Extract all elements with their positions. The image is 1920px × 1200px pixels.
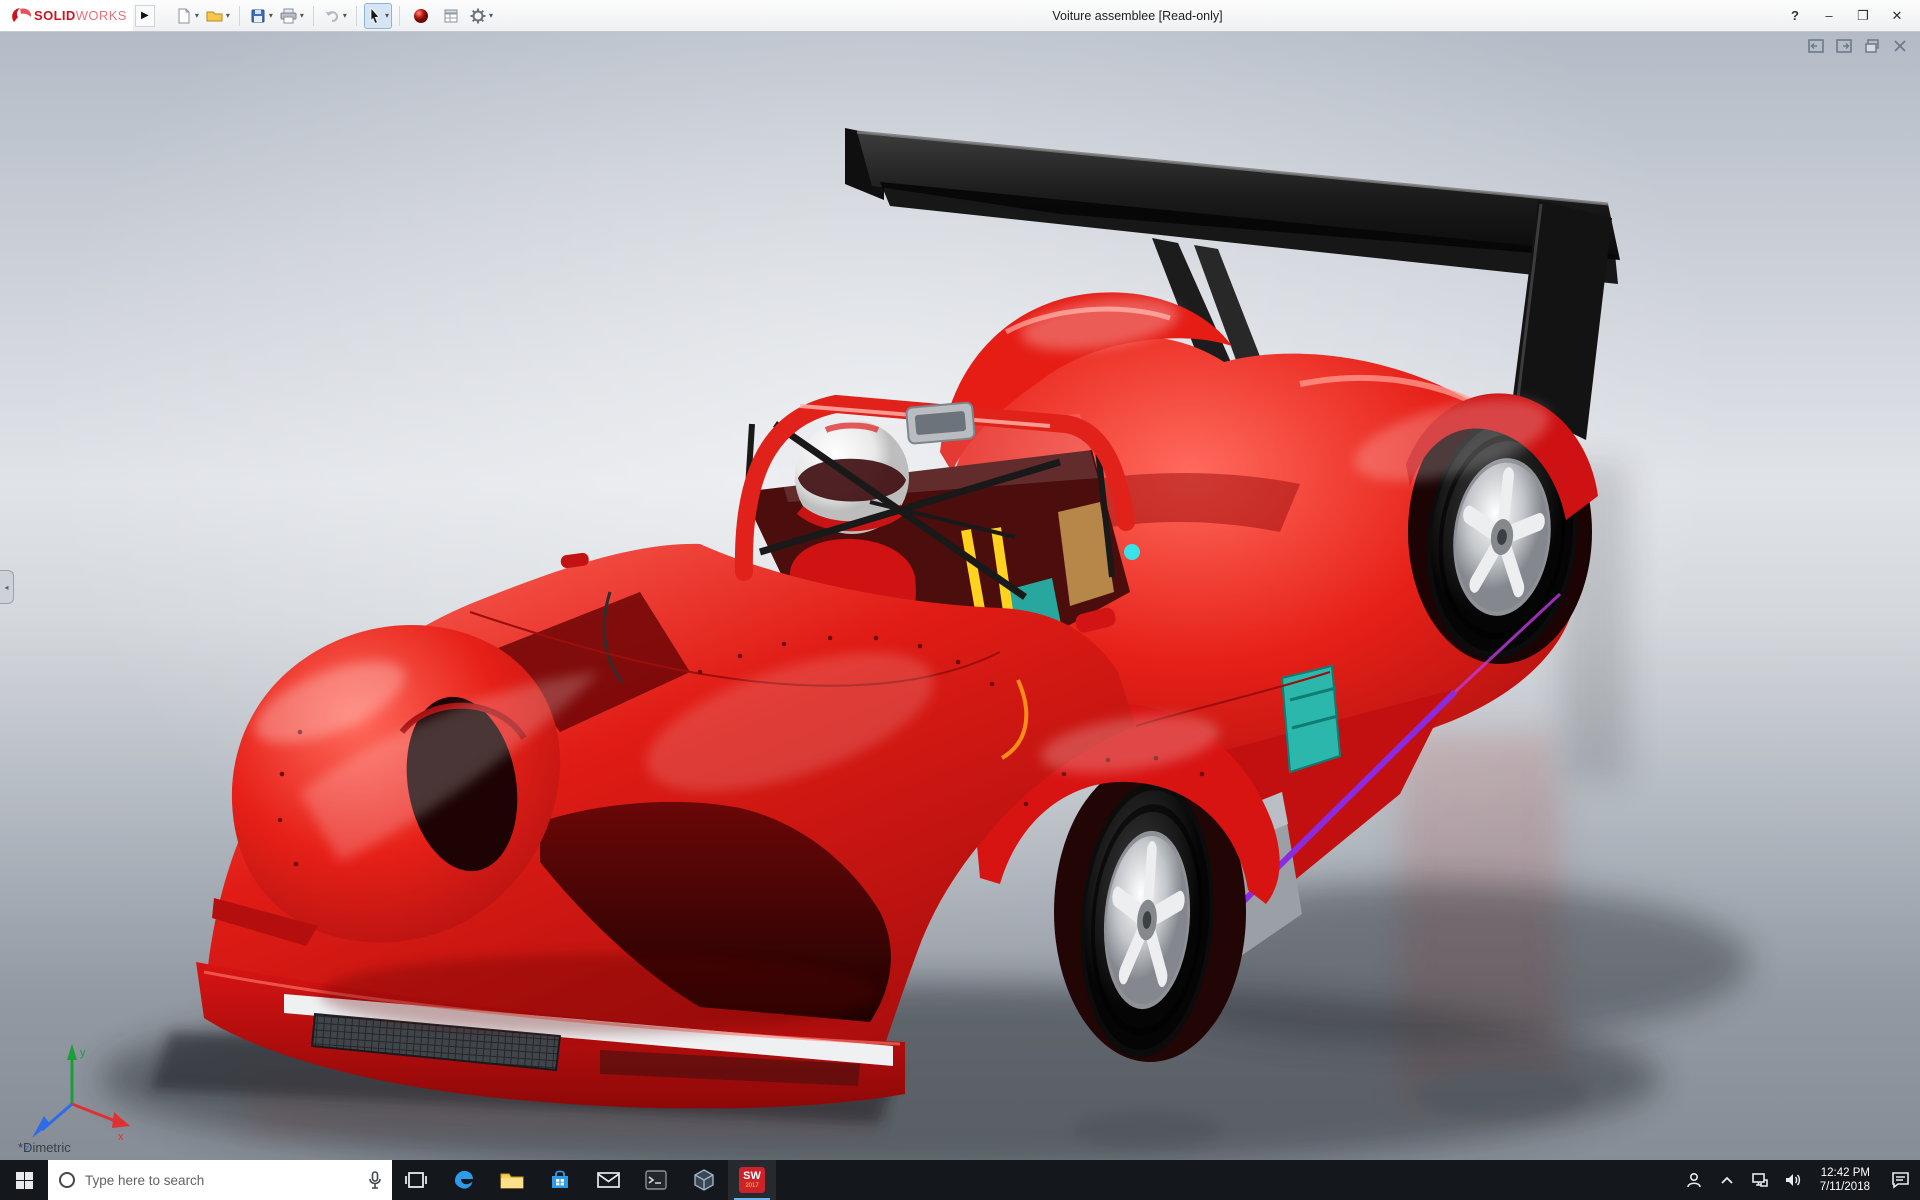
graphics-area[interactable]: ◂ y x z *Dimetric (0, 32, 1920, 1160)
close-doc-icon[interactable] (1892, 38, 1908, 54)
search-input[interactable] (85, 1172, 359, 1188)
select-tool-button[interactable]: ▾ (363, 2, 392, 29)
console-icon (645, 1170, 667, 1190)
store-bag-icon (552, 1170, 568, 1188)
solidworks-app-icon: SW 2017 (739, 1167, 765, 1193)
people-icon (1686, 1172, 1701, 1188)
chevron-down-icon: ▾ (342, 11, 347, 20)
undo-icon (325, 10, 338, 22)
view-orientation-label: *Dimetric (18, 1140, 71, 1155)
taskbar-search[interactable] (48, 1160, 392, 1200)
caret-up-icon (1721, 1176, 1733, 1184)
window-controls: ? – ❐ ✕ (1780, 4, 1920, 28)
brand-text-works: WORKS (75, 8, 127, 23)
save-button[interactable]: ▾ (247, 3, 275, 29)
menu-flyout-arrow[interactable]: ▶ (134, 4, 155, 27)
action-center-button[interactable] (1880, 1160, 1920, 1200)
minimize-button[interactable]: – (1814, 4, 1844, 28)
mail-button[interactable] (584, 1160, 632, 1200)
chevron-down-icon: ▾ (268, 11, 273, 20)
solidworks-logo: SOLID WORKS (0, 0, 133, 31)
select-arrow-icon (370, 6, 380, 24)
task-view-icon (405, 1172, 427, 1188)
main-toolbar: ▾ ▾ ▾ ▾ ▾ ▾ ▾ (163, 2, 495, 29)
brand-text-solid: SOLID (34, 8, 76, 23)
taskbar-spacer (776, 1160, 1677, 1200)
cortana-icon (59, 1172, 75, 1188)
volume-button[interactable] (1780, 1160, 1806, 1200)
store-button[interactable] (536, 1160, 584, 1200)
chevron-down-icon: ▾ (194, 11, 199, 20)
console-button[interactable] (632, 1160, 680, 1200)
file-explorer-button[interactable] (488, 1160, 536, 1200)
save-icon (251, 9, 265, 22)
start-button[interactable] (0, 1160, 48, 1200)
toolbar-separator (238, 5, 240, 26)
edge-icon (455, 1170, 473, 1189)
toolbar-separator (355, 5, 357, 26)
edge-button[interactable] (440, 1160, 488, 1200)
appearance-button[interactable] (407, 3, 435, 29)
dock-left-icon[interactable] (1808, 38, 1824, 54)
restore-button[interactable]: ❐ (1848, 4, 1878, 28)
open-icon (206, 11, 223, 21)
task-view-button[interactable] (392, 1160, 440, 1200)
mail-icon (596, 1172, 620, 1188)
options-button[interactable]: ▾ (467, 3, 495, 29)
windows-taskbar: SW 2017 (0, 1160, 1920, 1200)
document-window-controls (1808, 38, 1908, 54)
toolbar-separator (312, 5, 314, 26)
chevron-down-icon: ▾ (384, 11, 389, 20)
properties-table-icon (444, 9, 458, 22)
new-document-icon (178, 8, 190, 23)
print-icon (280, 8, 297, 23)
windows-logo-icon (15, 1171, 33, 1189)
restore-doc-icon[interactable] (1864, 38, 1880, 54)
clock-date: 7/11/2018 (1819, 1181, 1870, 1193)
help-button[interactable]: ? (1780, 4, 1810, 28)
window-title: Voiture assemblee [Read-only] (1052, 8, 1223, 23)
people-button[interactable] (1681, 1160, 1707, 1200)
close-button[interactable]: ✕ (1882, 4, 1912, 28)
chevron-down-icon: ▾ (488, 11, 493, 20)
cube-app-button[interactable] (680, 1160, 728, 1200)
undo-button[interactable]: ▾ (321, 3, 349, 29)
properties-button[interactable] (437, 3, 465, 29)
open-button[interactable]: ▾ (203, 3, 232, 29)
triad-y-label: y (80, 1047, 86, 1059)
folder-icon (500, 1173, 524, 1189)
chevron-down-icon: ▾ (225, 11, 230, 20)
new-document-button[interactable]: ▾ (173, 3, 201, 29)
volume-icon (1785, 1174, 1800, 1186)
taskbar-clock[interactable]: 12:42 PM 7/11/2018 (1810, 1160, 1880, 1200)
system-tray (1677, 1160, 1810, 1200)
clock-time: 12:42 PM (1820, 1167, 1870, 1179)
action-center-icon (1891, 1172, 1909, 1189)
chevron-down-icon: ▾ (299, 11, 304, 20)
model-canvas[interactable] (0, 32, 1920, 1160)
solidworks-taskbar-button[interactable]: SW 2017 (728, 1160, 776, 1200)
hidden-icons-button[interactable] (1714, 1160, 1740, 1200)
network-button[interactable] (1747, 1160, 1773, 1200)
network-icon (1751, 1173, 1768, 1187)
dock-right-icon[interactable] (1836, 38, 1852, 54)
desktop: SOLID WORKS ▶ ▾ ▾ ▾ ▾ ▾ ▾ ▾ Voiture asse… (0, 0, 1920, 1200)
print-button[interactable]: ▾ (277, 3, 306, 29)
feature-tree-collapse-tab[interactable]: ◂ (0, 570, 14, 604)
toolbar-separator (398, 5, 400, 26)
microphone-icon[interactable] (368, 1171, 382, 1189)
gear-icon (470, 8, 486, 23)
cube-icon (694, 1169, 714, 1191)
ds-logo-icon (12, 7, 32, 22)
triad-x-label: x (118, 1131, 124, 1143)
app-titlebar: SOLID WORKS ▶ ▾ ▾ ▾ ▾ ▾ ▾ ▾ Voiture asse… (0, 0, 1920, 32)
appearance-sphere-icon (413, 8, 428, 23)
